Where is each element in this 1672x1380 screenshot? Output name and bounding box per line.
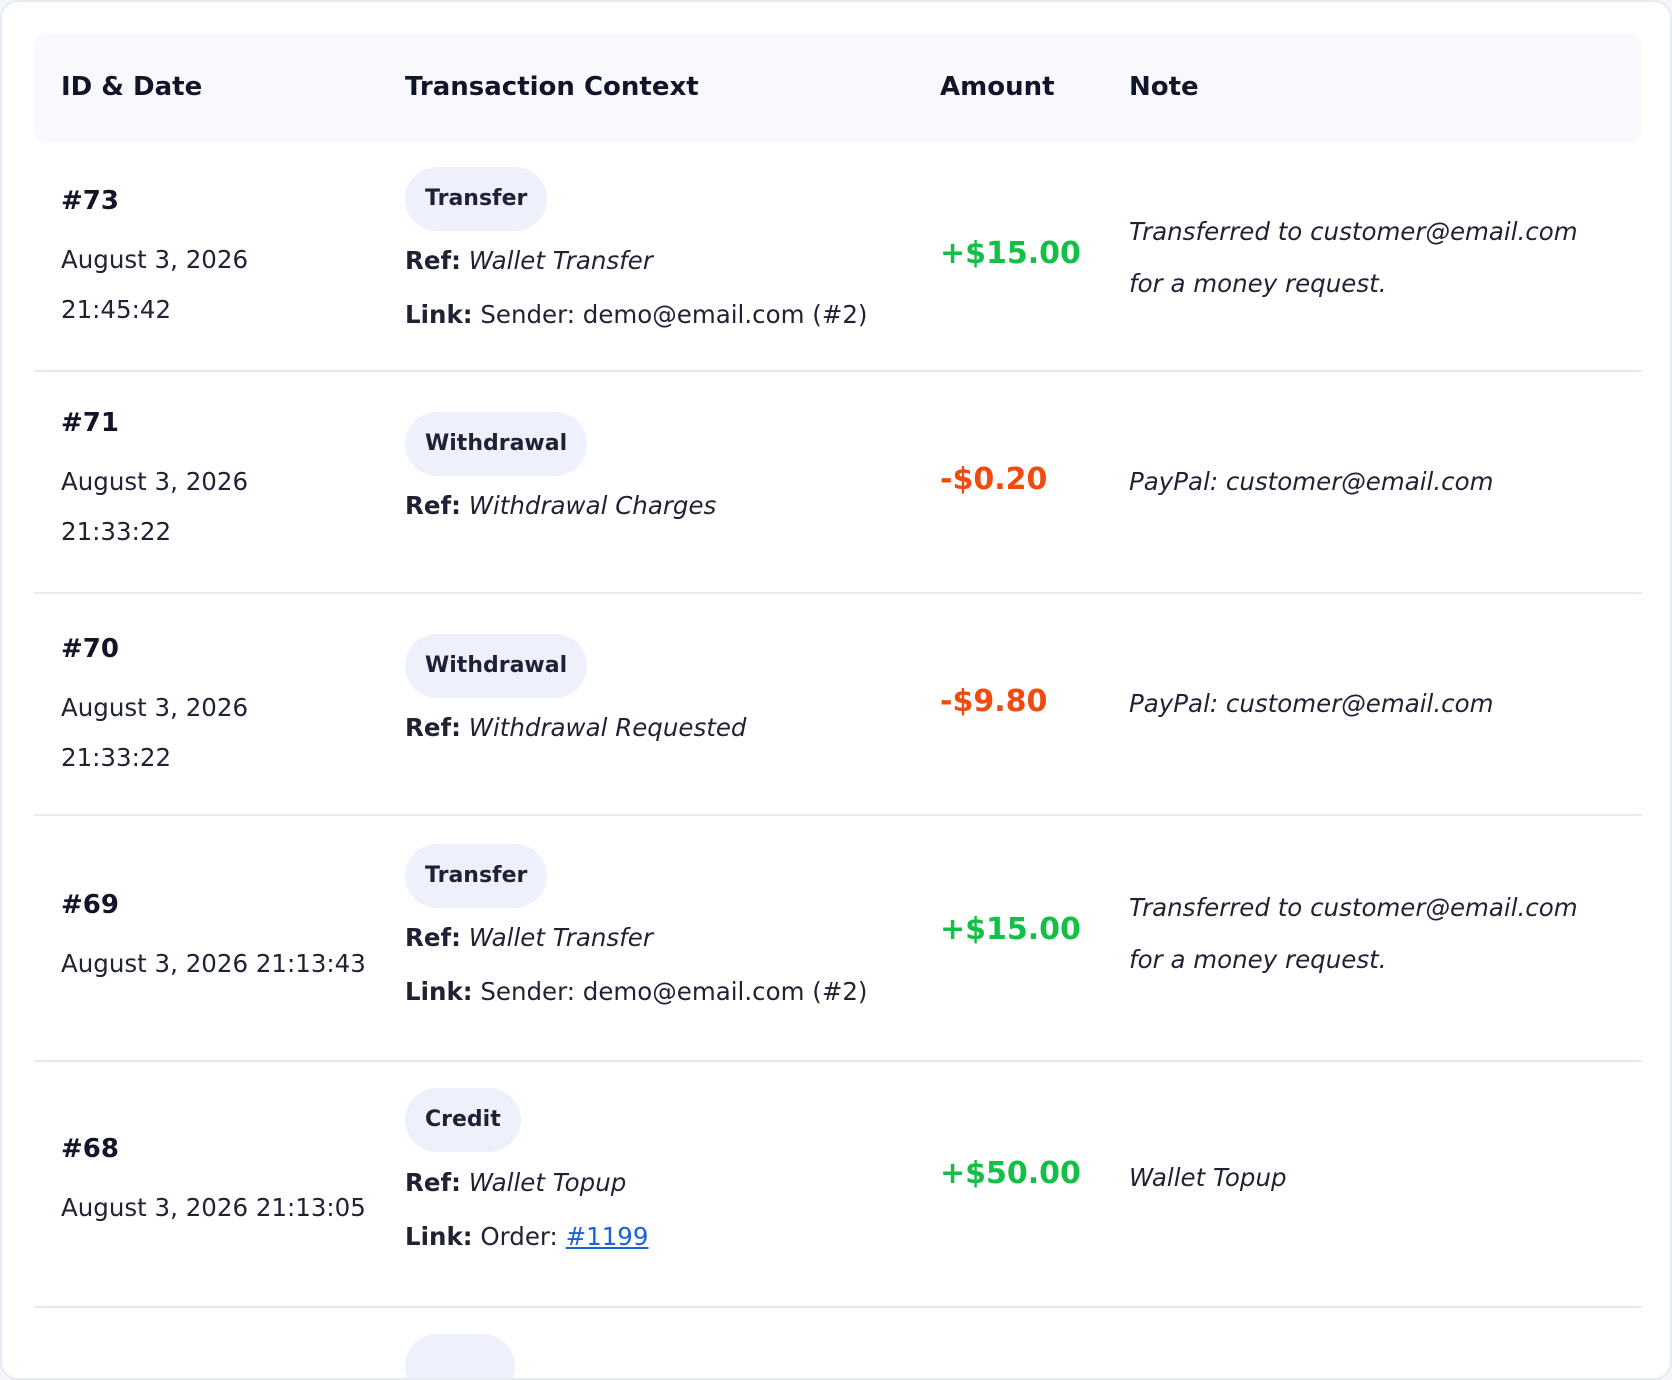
- type-badge-label: Withdrawal: [405, 412, 588, 476]
- type-badge-label: Transfer: [405, 167, 548, 231]
- type-badge: [405, 1334, 515, 1378]
- link-value: Sender: demo@email.com (#2): [480, 300, 868, 329]
- ref-value: Wallet Topup: [468, 1168, 627, 1197]
- amount-value: +$50.00: [940, 1156, 1081, 1191]
- ref-label: Ref:: [405, 246, 461, 275]
- transaction-date: August 3, 2026: [61, 467, 249, 496]
- type-badge-label: Transfer: [405, 844, 548, 908]
- note-text: PayPal: customer@email.com: [1129, 456, 1493, 508]
- transaction-time: 21:33:22: [61, 743, 172, 772]
- link-prefix: Order:: [480, 1222, 566, 1251]
- transaction-date: August 3, 2026: [61, 245, 249, 274]
- table-row: [34, 1308, 1642, 1378]
- ref-value: Withdrawal Requested: [468, 713, 747, 742]
- transaction-id: #70: [61, 634, 119, 664]
- ref-label: Ref:: [405, 923, 461, 952]
- ref-line: Ref: Withdrawal Requested: [405, 713, 746, 742]
- note-line: for a money request.: [1129, 945, 1387, 974]
- type-badge: Withdrawal: [405, 634, 588, 698]
- table-row: #68 August 3, 2026 21:13:05 Credit Ref: …: [34, 1062, 1642, 1308]
- ref-value: Wallet Transfer: [468, 246, 653, 275]
- note-line: Transferred to customer@email.com: [1129, 893, 1578, 922]
- note-text: Transferred to customer@email.com for a …: [1129, 882, 1578, 986]
- link-label: Link:: [405, 300, 473, 329]
- transaction-id: #73: [61, 186, 119, 216]
- note-text: Wallet Topup: [1129, 1152, 1287, 1204]
- transactions-table: ID & Date Transaction Context Amount Not…: [34, 34, 1642, 1378]
- table-header: ID & Date Transaction Context Amount Not…: [34, 34, 1642, 142]
- header-note: Note: [1129, 72, 1199, 102]
- link-line: Link: Sender: demo@email.com (#2): [405, 977, 868, 1006]
- ref-value: Wallet Transfer: [468, 923, 653, 952]
- note-line: PayPal: customer@email.com: [1129, 467, 1494, 496]
- type-badge-label: Credit: [405, 1088, 521, 1152]
- transactions-card: ID & Date Transaction Context Amount Not…: [0, 0, 1672, 1380]
- transaction-datetime: August 3, 2026 21:13:05: [61, 1193, 366, 1222]
- amount-value: +$15.00: [940, 236, 1081, 271]
- type-badge: Transfer: [405, 844, 548, 908]
- header-transaction-context: Transaction Context: [405, 72, 699, 102]
- link-line: Link: Order: #1199: [405, 1222, 648, 1251]
- amount-value: -$9.80: [940, 684, 1048, 719]
- table-row: #69 August 3, 2026 21:13:43 Transfer Ref…: [34, 816, 1642, 1062]
- transaction-date: August 3, 2026: [61, 693, 249, 722]
- ref-label: Ref:: [405, 491, 461, 520]
- ref-line: Ref: Wallet Transfer: [405, 923, 653, 952]
- note-line: for a money request.: [1129, 269, 1387, 298]
- link-line: Link: Sender: demo@email.com (#2): [405, 300, 868, 329]
- ref-line: Ref: Withdrawal Charges: [405, 491, 716, 520]
- type-badge-partial: [405, 1334, 515, 1378]
- table-row: #71 August 3, 2026 21:33:22 Withdrawal R…: [34, 372, 1642, 594]
- ref-line: Ref: Wallet Topup: [405, 1168, 626, 1197]
- link-label: Link:: [405, 1222, 473, 1251]
- link-label: Link:: [405, 977, 473, 1006]
- amount-value: +$15.00: [940, 912, 1081, 947]
- table-row: #70 August 3, 2026 21:33:22 Withdrawal R…: [34, 594, 1642, 816]
- order-link[interactable]: #1199: [566, 1222, 649, 1251]
- transaction-time: 21:45:42: [61, 295, 172, 324]
- type-badge: Withdrawal: [405, 412, 588, 476]
- transaction-time: 21:33:22: [61, 517, 172, 546]
- table-row: #73 August 3, 2026 21:45:42 Transfer Ref…: [34, 142, 1642, 372]
- transaction-id: #69: [61, 890, 119, 920]
- note-text: PayPal: customer@email.com: [1129, 678, 1493, 730]
- note-line: Wallet Topup: [1129, 1163, 1287, 1192]
- note-line: PayPal: customer@email.com: [1129, 689, 1494, 718]
- header-amount: Amount: [940, 72, 1055, 102]
- amount-value: -$0.20: [940, 462, 1048, 497]
- transaction-id: #68: [61, 1134, 119, 1164]
- ref-value: Withdrawal Charges: [468, 491, 717, 520]
- type-badge: Transfer: [405, 167, 548, 231]
- link-value: Sender: demo@email.com (#2): [480, 977, 868, 1006]
- ref-line: Ref: Wallet Transfer: [405, 246, 653, 275]
- ref-label: Ref:: [405, 1168, 461, 1197]
- ref-label: Ref:: [405, 713, 461, 742]
- note-text: Transferred to customer@email.com for a …: [1129, 206, 1578, 310]
- header-id-date: ID & Date: [61, 72, 203, 102]
- type-badge-label: Withdrawal: [405, 634, 588, 698]
- transaction-id: #71: [61, 408, 119, 438]
- transaction-datetime: August 3, 2026 21:13:43: [61, 949, 366, 978]
- type-badge: Credit: [405, 1088, 521, 1152]
- note-line: Transferred to customer@email.com: [1129, 217, 1578, 246]
